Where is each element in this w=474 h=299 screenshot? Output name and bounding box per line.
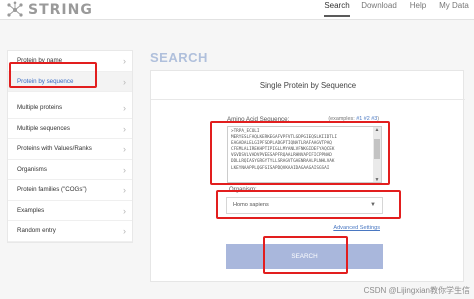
sidebar-item-label: Examples: [17, 206, 45, 214]
examples-links: (examples: #1 #2 #3): [328, 116, 379, 122]
chevron-right-icon: ›: [123, 164, 126, 175]
sidebar-item-examples[interactable]: Examples ›: [8, 201, 132, 221]
sidebar-item-label: Multiple sequences: [17, 124, 70, 132]
chevron-right-icon: ›: [123, 226, 126, 236]
sequence-textarea[interactable]: >TRPA_ECOLI MERYESLFAQLKERKEGAFVPFVTLGDP…: [227, 126, 382, 183]
nav-search[interactable]: Search: [318, 0, 356, 20]
main-nav: Search Download Help My Data: [318, 0, 474, 20]
nav-download[interactable]: Download: [356, 0, 402, 20]
section-title: SEARCH: [150, 50, 208, 65]
chevron-right-icon: ›: [123, 56, 126, 66]
search-panel: Single Protein by Sequence Amino Acid Se…: [150, 70, 465, 282]
sidebar-item-label: Protein by name: [17, 57, 63, 64]
search-type-sidebar: Protein by name › Protein by sequence › …: [7, 50, 133, 243]
organism-select[interactable]: Homo sapiens ▼: [226, 197, 383, 214]
sidebar-item-multiple-sequences[interactable]: Multiple sequences ›: [8, 119, 132, 139]
search-button[interactable]: SEARCH: [226, 244, 383, 269]
sidebar-item-label: Protein by sequence: [17, 77, 74, 85]
caret-down-icon: ▼: [370, 202, 376, 208]
sidebar-item-label: Organisms: [17, 165, 47, 173]
scroll-up-icon[interactable]: ▲: [373, 127, 381, 134]
logo-text: STRING: [28, 2, 93, 18]
organism-label: Organism:: [229, 187, 257, 193]
chevron-right-icon: ›: [123, 185, 126, 195]
chevron-right-icon: ›: [123, 205, 126, 216]
nav-help[interactable]: Help: [402, 0, 434, 20]
network-logo-icon: [7, 1, 23, 17]
panel-title: Single Protein by Sequence: [259, 81, 357, 90]
example-link-2[interactable]: #2: [364, 116, 370, 122]
sequence-scrollbar[interactable]: ▲ ▼: [373, 127, 381, 182]
top-navigation-bar: STRING Search Download Help My Data: [0, 0, 474, 20]
nav-my-data[interactable]: My Data: [434, 0, 474, 20]
chevron-right-icon: ›: [123, 103, 126, 113]
examples-prefix: (examples:: [328, 116, 355, 122]
sidebar-item-protein-by-name[interactable]: Protein by name ›: [8, 51, 132, 72]
organism-value: Homo sapiens: [233, 202, 269, 208]
sidebar-item-label: Protein families ("COGs"): [17, 186, 87, 193]
scroll-thumb[interactable]: [374, 139, 380, 159]
sidebar-item-random-entry[interactable]: Random entry ›: [8, 221, 132, 242]
sequence-text: >TRPA_ECOLI MERYESLFAQLKERKEGAFVPFVTLGDP…: [231, 129, 338, 171]
panel-divider: [151, 99, 465, 100]
string-logo[interactable]: STRING: [6, 0, 93, 20]
page: STRING Search Download Help My Data Prot…: [0, 0, 474, 299]
example-link-1[interactable]: #1: [356, 116, 362, 122]
examples-suffix: ): [377, 116, 379, 122]
watermark: CSDN @Lijingxian教你学生信: [363, 286, 470, 295]
chevron-right-icon: ›: [123, 144, 126, 154]
sidebar-item-label: Multiple proteins: [17, 104, 63, 111]
chevron-right-icon: ›: [123, 76, 126, 87]
sidebar-item-multiple-proteins[interactable]: Multiple proteins ›: [8, 98, 132, 119]
sequence-label: Amino Acid Sequence:: [227, 116, 290, 123]
sidebar-item-protein-families[interactable]: Protein families ("COGs") ›: [8, 180, 132, 201]
chevron-right-icon: ›: [123, 123, 126, 134]
sidebar-item-proteins-with-values[interactable]: Proteins with Values/Ranks ›: [8, 139, 132, 160]
sidebar-item-label: Random entry: [17, 227, 56, 234]
sidebar-item-organisms[interactable]: Organisms ›: [8, 160, 132, 180]
advanced-settings-link[interactable]: Advanced Settings: [333, 225, 380, 231]
sidebar-item-protein-by-sequence[interactable]: Protein by sequence ›: [8, 71, 132, 92]
scroll-down-icon[interactable]: ▼: [373, 177, 381, 182]
sidebar-item-label: Proteins with Values/Ranks: [17, 145, 92, 152]
